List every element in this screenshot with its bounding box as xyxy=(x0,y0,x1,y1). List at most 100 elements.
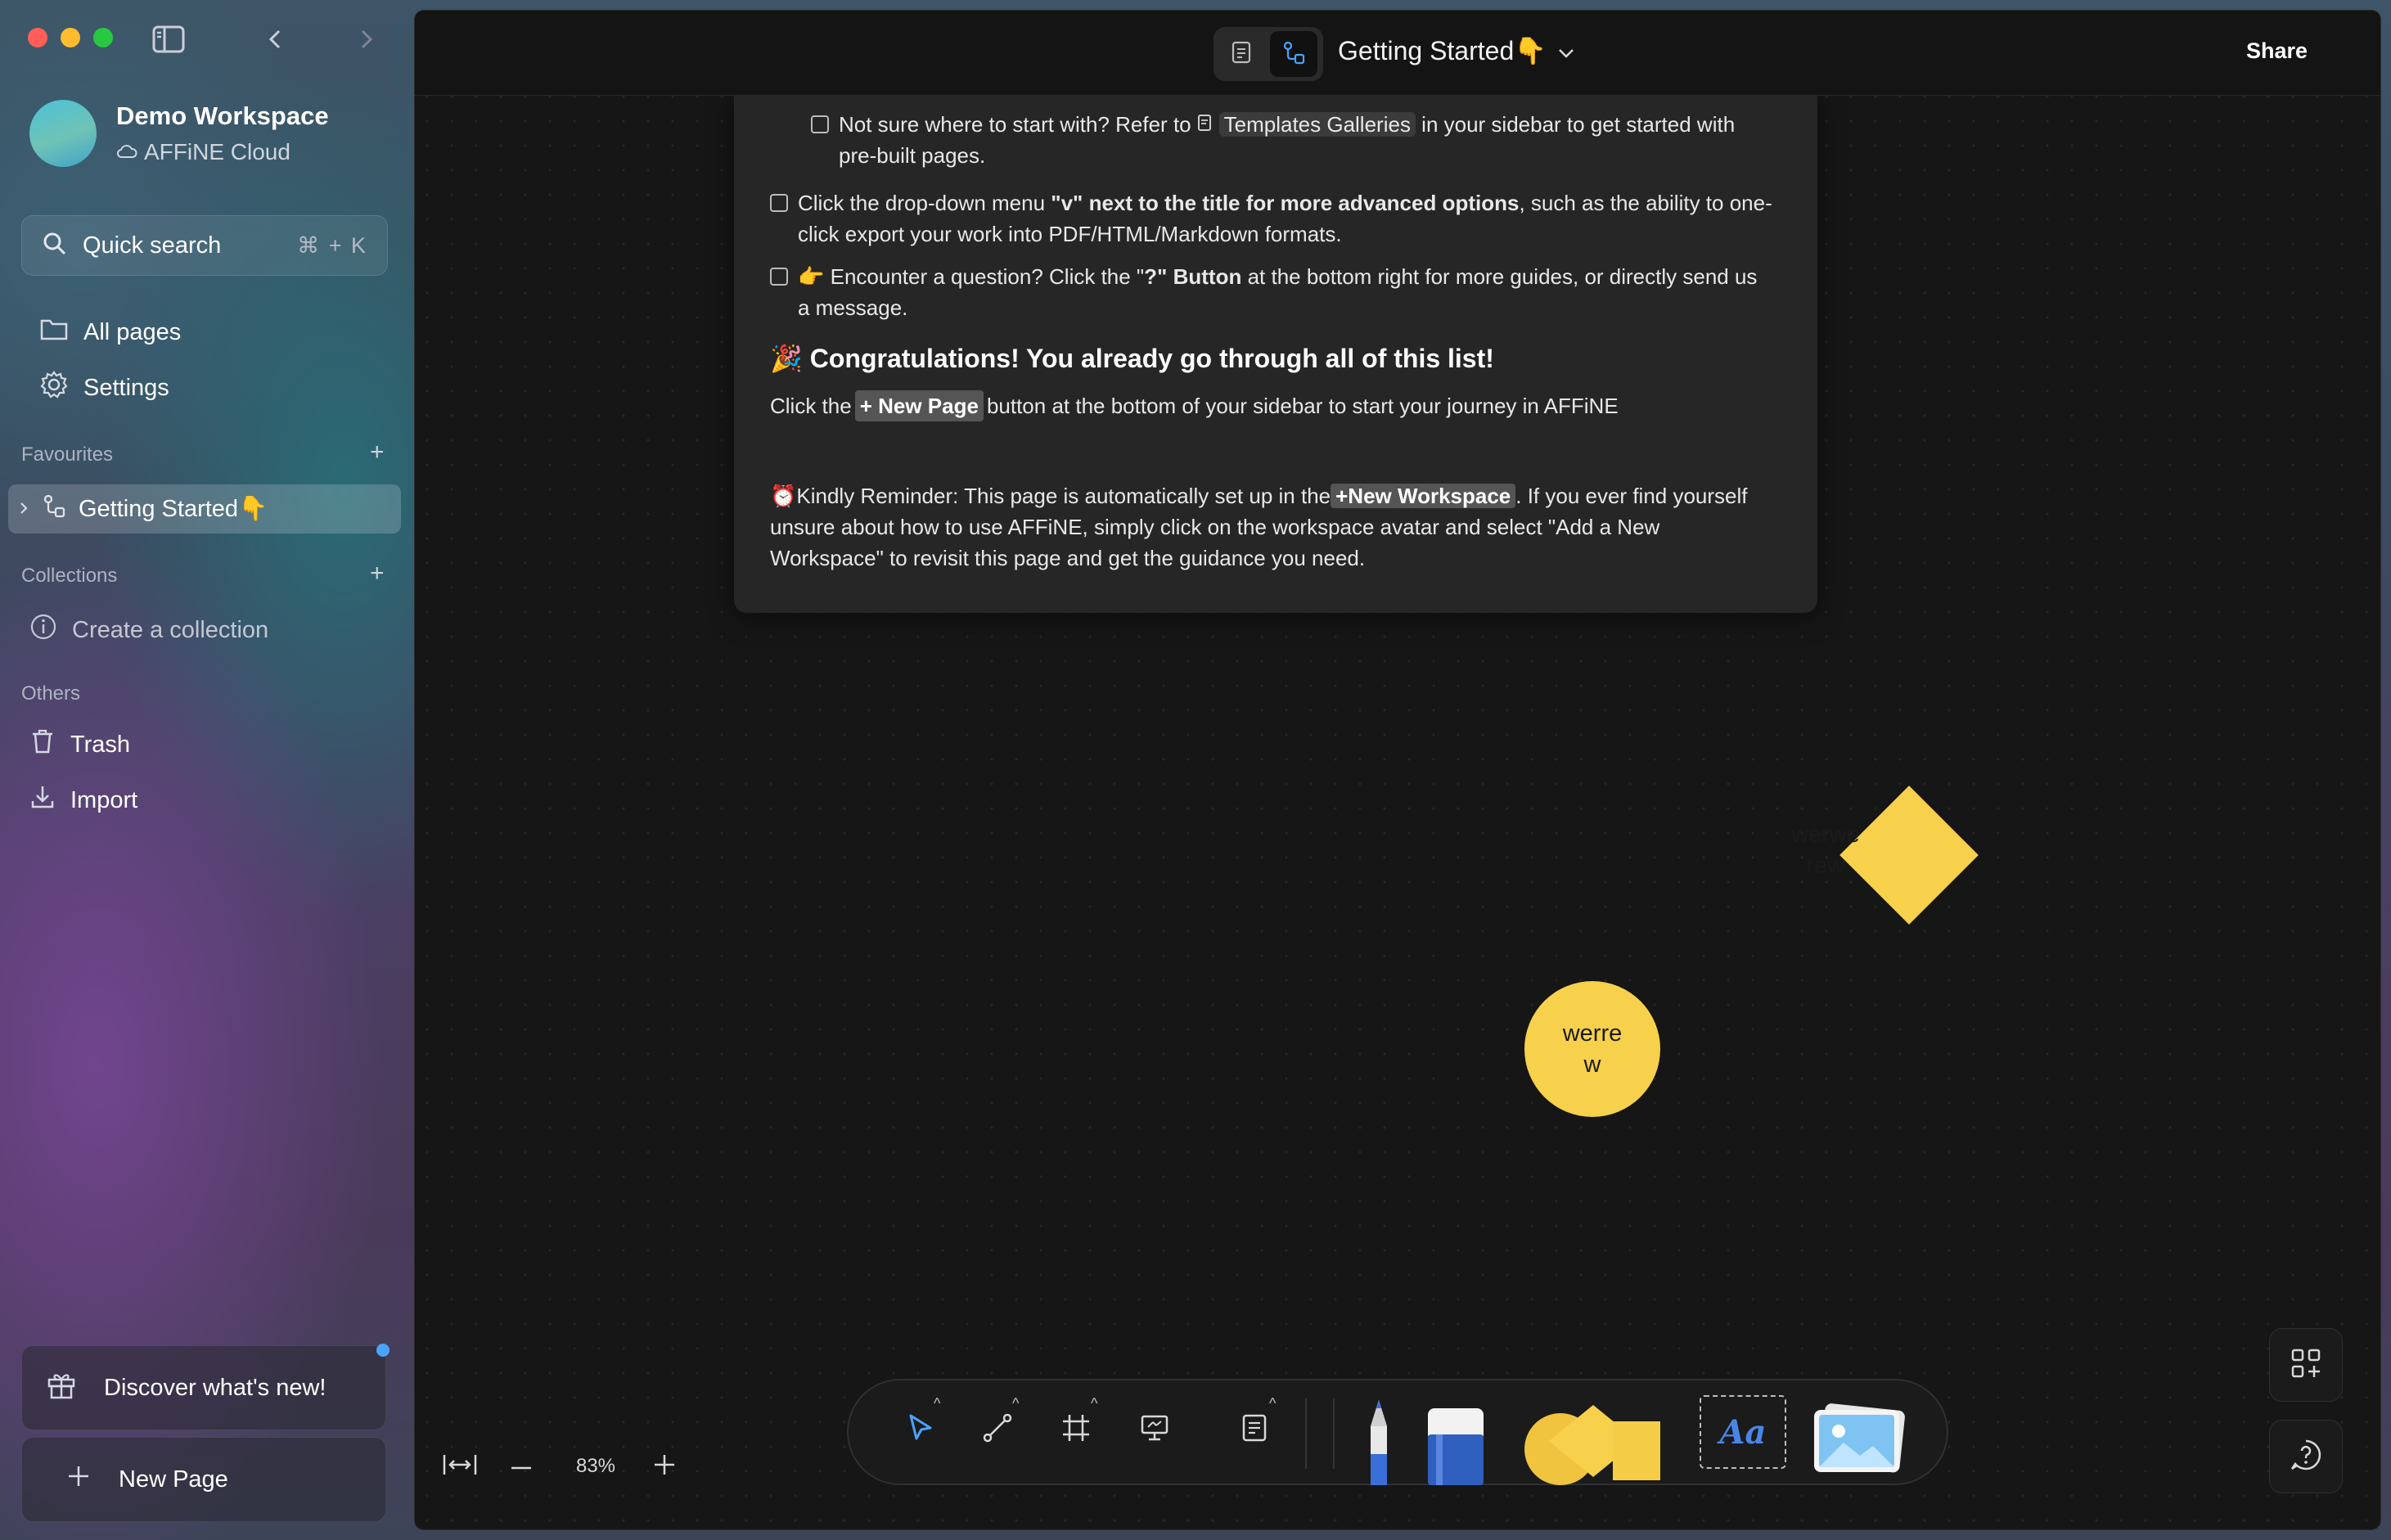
image-tool[interactable] xyxy=(1811,1400,1906,1479)
caret-up-icon: ^ xyxy=(1269,1395,1277,1412)
connector-tool[interactable] xyxy=(973,1405,1022,1454)
quick-search[interactable]: Quick search ⌘ + K xyxy=(21,215,388,276)
note-icon xyxy=(1240,1412,1269,1448)
shape-icon xyxy=(1523,1405,1664,1488)
chevron-down-icon[interactable] xyxy=(1556,36,1576,66)
checklist-text: a message. xyxy=(798,295,908,320)
sidebar-item-label: All pages xyxy=(83,318,182,345)
quick-search-label: Quick search xyxy=(83,232,222,259)
sidebar-item-label: Import xyxy=(70,786,138,813)
sidebar-item-trash[interactable]: Trash xyxy=(29,722,130,768)
zoom-out-button[interactable] xyxy=(505,1446,538,1487)
checklist-text: , such as the ability to one- xyxy=(1519,191,1772,215)
edgeless-mode-icon xyxy=(1281,39,1307,70)
toolbar-divider xyxy=(1333,1398,1335,1469)
create-collection-item[interactable]: Create a collection xyxy=(29,607,268,653)
info-icon xyxy=(29,613,57,647)
zoom-in-button[interactable] xyxy=(644,1446,685,1487)
trash-icon xyxy=(29,727,56,762)
templates-galleries-link[interactable]: Templates Galleries xyxy=(1218,112,1416,137)
window-controls xyxy=(28,28,113,47)
shape-text-line: werwe xyxy=(1791,822,1860,848)
folder-icon xyxy=(39,317,69,348)
page-mode-switch[interactable] xyxy=(1214,27,1323,81)
discover-label: Discover what's new! xyxy=(104,1374,326,1401)
sidebar-item-all-pages[interactable]: All pages xyxy=(39,309,181,355)
checklist-text: Click the drop-down menu xyxy=(798,191,1051,215)
minimize-window-button[interactable] xyxy=(61,28,80,47)
workspace-name: Demo Workspace xyxy=(116,101,329,130)
checklist-text: click export your work into PDF/HTML/Mar… xyxy=(798,222,1342,246)
sidebar-toggle-icon[interactable] xyxy=(152,23,185,56)
paragraph-text: unsure about how to use AFFiNE, simply c… xyxy=(770,515,1660,539)
connector-icon xyxy=(981,1412,1014,1448)
page-title[interactable]: Getting Started👇 xyxy=(1338,35,1576,66)
caret-up-icon: ^ xyxy=(1012,1395,1020,1412)
presentation-tool[interactable] xyxy=(1130,1405,1179,1454)
add-favourite-button[interactable]: + xyxy=(370,440,385,465)
maximize-window-button[interactable] xyxy=(93,28,113,47)
close-window-button[interactable] xyxy=(28,28,47,47)
edgeless-mode-button[interactable] xyxy=(1270,31,1317,77)
caret-up-icon: ^ xyxy=(934,1395,941,1412)
paragraph-text: button at the bottom of your sidebar to … xyxy=(986,394,1619,418)
collections-section-title: Collections xyxy=(21,565,118,587)
paragraph-text: Workspace" to revisit this page and get … xyxy=(770,546,1366,570)
quick-search-shortcut: ⌘ + K xyxy=(297,232,367,258)
sidebar-item-getting-started[interactable]: Getting Started👇 xyxy=(8,484,401,534)
pen-tool[interactable] xyxy=(1354,1397,1403,1485)
plus-icon xyxy=(652,1452,677,1481)
checkbox[interactable] xyxy=(770,268,788,286)
chevron-right-icon[interactable] xyxy=(18,496,29,523)
note-tool[interactable] xyxy=(1230,1405,1279,1454)
page-mode-button[interactable] xyxy=(1218,31,1265,77)
new-page-paragraph: Click the + New Page button at the botto… xyxy=(770,390,1619,421)
page-link-icon xyxy=(1196,112,1214,137)
presentation-icon xyxy=(1138,1412,1171,1448)
sidebar-item-import[interactable]: Import xyxy=(29,777,137,823)
new-page-button[interactable]: New Page xyxy=(21,1437,386,1522)
minus-icon xyxy=(510,1459,533,1474)
checklist-item: 👉 Encounter a question? Click the "?" Bu… xyxy=(770,261,1757,323)
plus-icon xyxy=(66,1464,91,1495)
checklist-text: Not sure where to start with? Refer to xyxy=(839,112,1191,137)
checklist-text: 👉 Encounter a question? Click the " xyxy=(798,264,1145,289)
frame-tool[interactable] xyxy=(1051,1405,1101,1454)
caret-up-icon: ^ xyxy=(1091,1395,1098,1412)
note-block[interactable]: Not sure where to start with? Refer to Te… xyxy=(734,92,1817,613)
zoom-level[interactable]: 83% xyxy=(559,1446,633,1487)
others-section-title: Others xyxy=(21,682,81,705)
sidebar-item-settings[interactable]: Settings xyxy=(39,365,169,411)
checkbox[interactable] xyxy=(811,115,829,133)
checklist-item: Not sure where to start with? Refer to Te… xyxy=(811,109,1735,171)
text-tool[interactable]: Aa xyxy=(1700,1395,1786,1469)
eraser-icon xyxy=(1423,1408,1488,1488)
help-button[interactable] xyxy=(2269,1420,2343,1493)
forward-arrow-icon[interactable] xyxy=(350,23,383,56)
paragraph-text: ⏰Kindly Reminder: This page is automatic… xyxy=(770,484,1331,508)
workspace-cloud-status: AFFiNE Cloud xyxy=(116,139,329,165)
checklist-item: Click the drop-down menu "v" next to the… xyxy=(770,187,1772,250)
paragraph-text: . If you ever find yourself xyxy=(1515,484,1748,508)
select-tool[interactable] xyxy=(896,1405,945,1454)
search-icon xyxy=(42,231,68,261)
workspace-switcher[interactable]: Demo Workspace AFFiNE Cloud xyxy=(29,100,329,167)
edgeless-canvas[interactable]: Not sure where to start with? Refer to Te… xyxy=(414,10,2381,1530)
help-icon xyxy=(2289,1438,2323,1476)
workspace-avatar[interactable] xyxy=(29,100,97,167)
new-page-tag: + New Page xyxy=(854,390,984,421)
circle-shape[interactable]: werre w xyxy=(1524,981,1660,1117)
eraser-tool[interactable] xyxy=(1423,1405,1488,1485)
create-collection-label: Create a collection xyxy=(72,616,269,643)
add-widget-button[interactable] xyxy=(2269,1328,2343,1402)
checkbox[interactable] xyxy=(770,194,788,212)
diamond-shape-text[interactable]: werwe rew xyxy=(1744,819,1907,891)
shape-tool[interactable] xyxy=(1523,1398,1664,1485)
page-title-text: Getting Started👇 xyxy=(1338,36,1547,65)
paragraph-text: Click the xyxy=(770,394,852,418)
add-collection-button[interactable]: + xyxy=(370,561,385,586)
back-arrow-icon[interactable] xyxy=(259,23,291,56)
share-button[interactable]: Share xyxy=(2246,38,2308,64)
discover-whats-new-button[interactable]: Discover what's new! xyxy=(21,1345,386,1430)
fit-to-screen-button[interactable] xyxy=(439,1446,480,1487)
